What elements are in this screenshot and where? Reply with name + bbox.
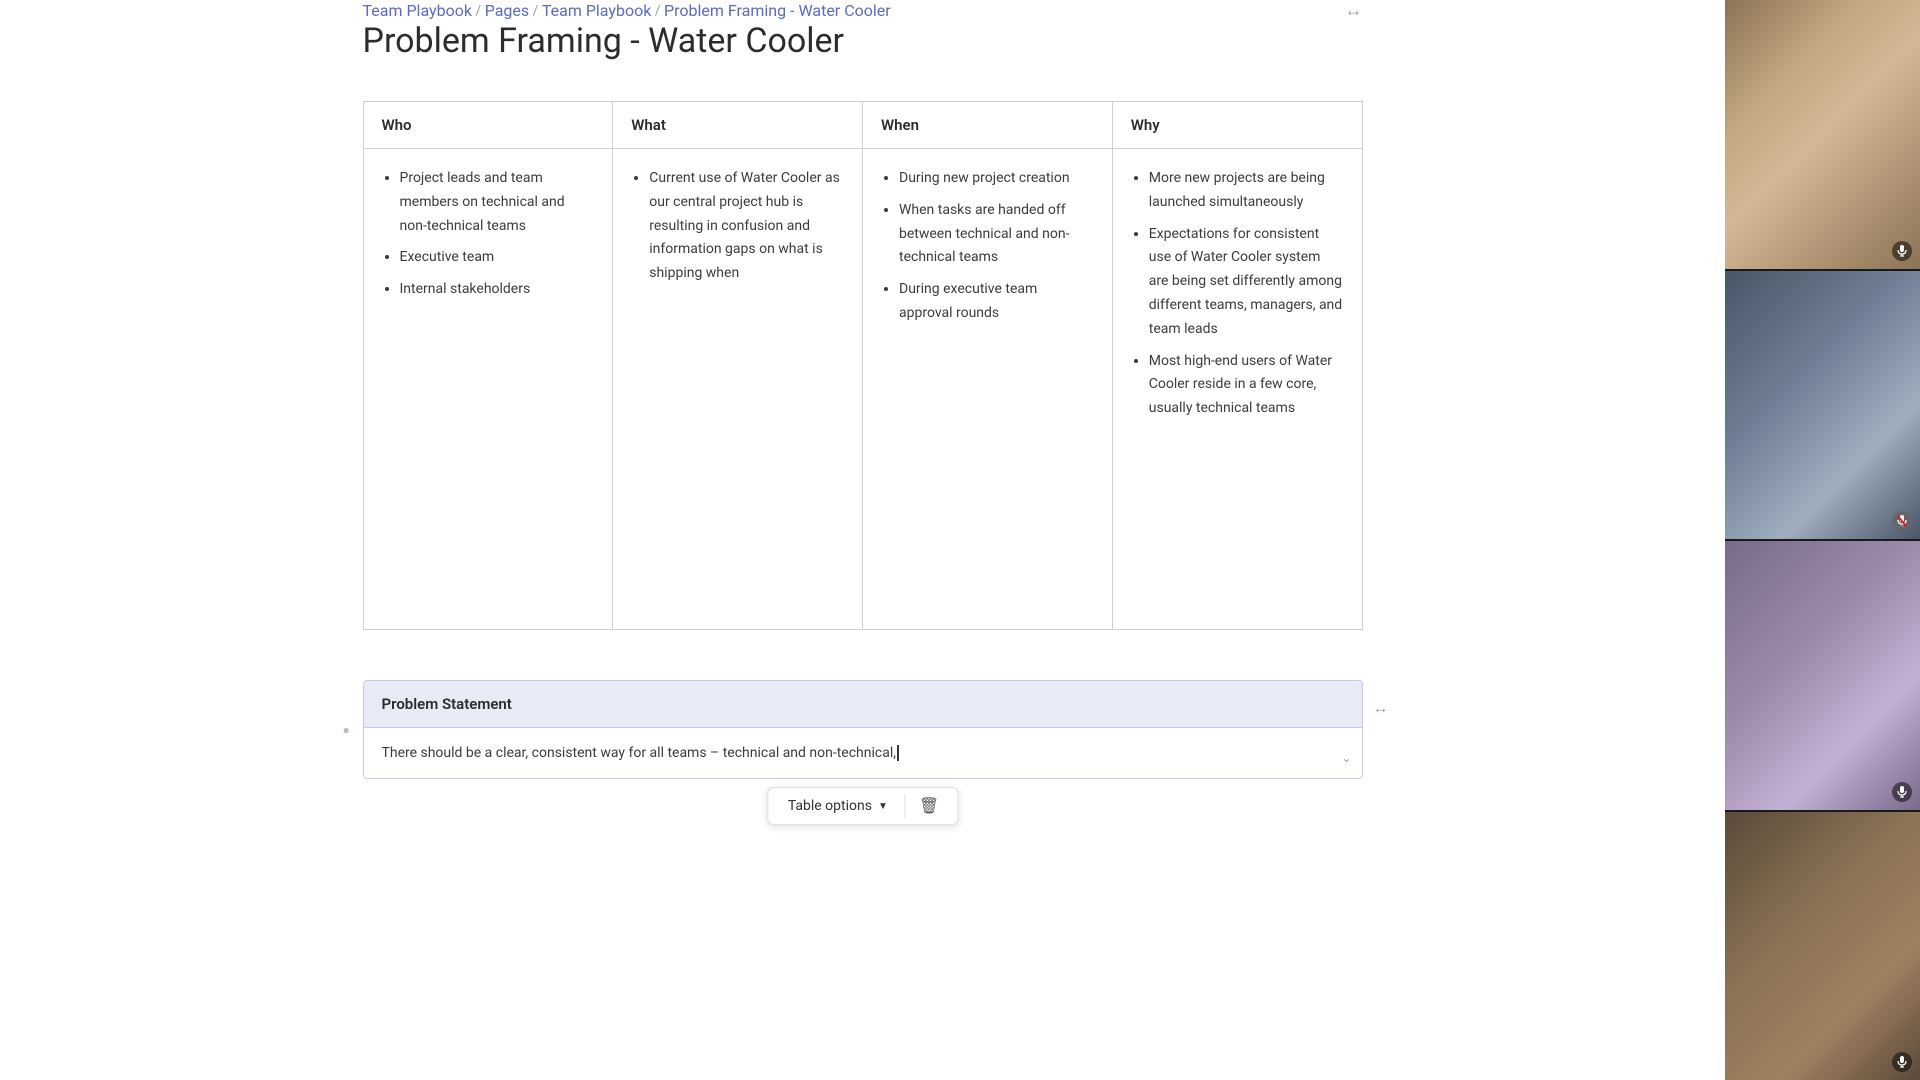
video-tile-1 — [1725, 0, 1920, 269]
col-header-what: What — [613, 102, 863, 149]
problem-statement-header: Problem Statement — [364, 681, 1362, 728]
who-item-2: Executive team — [400, 246, 595, 270]
breadcrumb-team-playbook-1[interactable]: Team Playbook — [363, 1, 472, 20]
problem-statement-block: Problem Statement There should be a clea… — [363, 680, 1363, 779]
video-tile-2 — [1725, 271, 1920, 540]
table-options-button[interactable]: Table options ▼ — [772, 790, 904, 822]
why-item-1: More new projects are being launched sim… — [1149, 167, 1344, 215]
who-item-3: Internal stakeholders — [400, 278, 595, 302]
delete-button[interactable]: 🗑 — [905, 788, 953, 824]
breadcrumb-sep-1: / — [472, 3, 485, 19]
left-drag-handle[interactable]: ● — [343, 723, 350, 737]
cell-who: Project leads and team members on techni… — [363, 149, 613, 630]
when-item-3: During executive team approval rounds — [899, 278, 1094, 326]
text-cursor — [897, 745, 899, 761]
problem-statement-text: There should be a clear, consistent way … — [382, 745, 897, 761]
muted-indicator — [1892, 511, 1912, 531]
when-item-1: During new project creation — [899, 167, 1094, 191]
who-item-1: Project leads and team members on techni… — [400, 167, 595, 238]
breadcrumb-current: Problem Framing - Water Cooler — [664, 1, 891, 20]
when-item-2: When tasks are handed off between techni… — [899, 199, 1094, 270]
breadcrumb-pages[interactable]: Pages — [485, 1, 529, 20]
expand-icon-right[interactable]: ↔ — [1373, 698, 1389, 718]
expand-arrows-icon[interactable]: ↔ — [1345, 0, 1363, 21]
video-panel — [1725, 0, 1920, 1080]
breadcrumb-sep-2: / — [529, 3, 542, 19]
cell-when: During new project creation When tasks a… — [863, 149, 1113, 630]
video-tile-3 — [1725, 541, 1920, 810]
problem-framing-table: Who What When Why Project leads and team… — [363, 101, 1363, 630]
what-item-1: Current use of Water Cooler as our centr… — [649, 167, 844, 286]
mic-icon-4 — [1892, 1052, 1912, 1072]
problem-statement-body[interactable]: There should be a clear, consistent way … — [364, 728, 1362, 778]
col-header-when: When — [863, 102, 1113, 149]
col-header-who: Who — [363, 102, 613, 149]
cell-why: More new projects are being launched sim… — [1112, 149, 1362, 630]
page-title: Problem Framing - Water Cooler — [363, 21, 1363, 61]
collapse-icon[interactable]: ⌄ — [1341, 749, 1351, 768]
mic-icon-3 — [1892, 782, 1912, 802]
cell-what: Current use of Water Cooler as our centr… — [613, 149, 863, 630]
video-tile-4 — [1725, 812, 1920, 1080]
why-item-2: Expectations for consistent use of Water… — [1149, 223, 1344, 342]
breadcrumb: Team Playbook / Pages / Team Playbook / … — [363, 0, 1363, 21]
breadcrumb-sep-3: / — [651, 3, 664, 19]
mic-icon-1 — [1892, 241, 1912, 261]
table-options-label: Table options — [788, 798, 872, 814]
why-item-3: Most high-end users of Water Cooler resi… — [1149, 350, 1344, 421]
breadcrumb-team-playbook-2[interactable]: Team Playbook — [542, 1, 651, 20]
col-header-why: Why — [1112, 102, 1362, 149]
table-options-toolbar: Table options ▼ 🗑 — [767, 787, 958, 825]
table-row: Project leads and team members on techni… — [363, 149, 1362, 630]
chevron-down-icon: ▼ — [878, 801, 888, 812]
